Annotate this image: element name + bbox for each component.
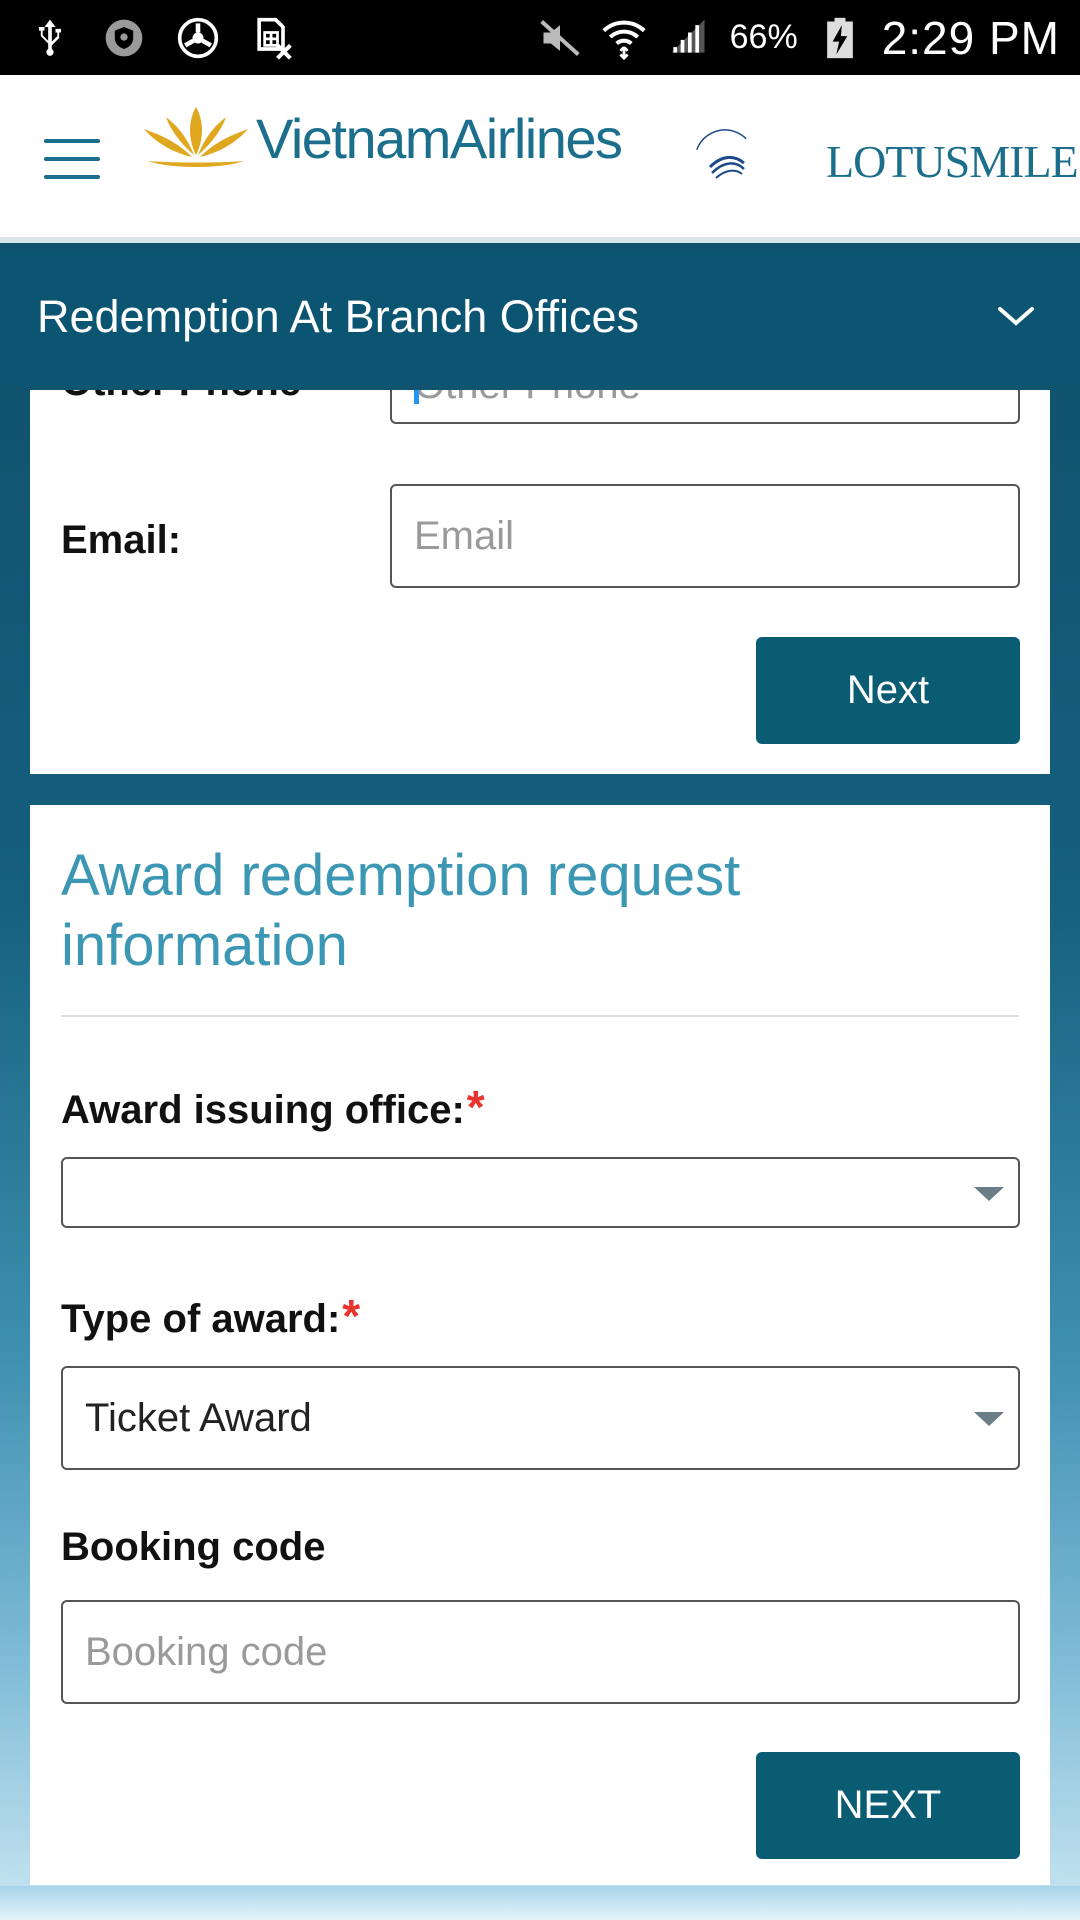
award-office-select[interactable] bbox=[61, 1157, 1020, 1228]
signal-icon bbox=[666, 16, 710, 60]
dropdown-caret-icon bbox=[974, 1412, 1004, 1426]
email-label: Email: bbox=[61, 518, 182, 562]
required-asterisk: * bbox=[466, 1081, 485, 1133]
lotusmiles-logo[interactable]: LOTUSMILES bbox=[826, 135, 1080, 188]
email-input[interactable] bbox=[390, 484, 1020, 588]
dropdown-caret-icon bbox=[974, 1186, 1004, 1201]
contact-info-card: Other Phone Email: Next bbox=[30, 390, 1050, 774]
section-title: Redemption At Branch Offices bbox=[37, 291, 639, 342]
form-heading: Award redemption request information bbox=[61, 843, 741, 978]
award-request-card: Award redemption request information Awa… bbox=[30, 805, 1050, 1885]
sync-icon bbox=[176, 16, 220, 60]
booking-code-input[interactable] bbox=[61, 1600, 1020, 1704]
award-type-value: Ticket Award bbox=[85, 1395, 312, 1440]
battery-charging-icon bbox=[818, 16, 862, 60]
battery-percentage: 66% bbox=[729, 18, 798, 56]
hamburger-menu-icon[interactable] bbox=[44, 139, 100, 179]
other-phone-label: Other Phone bbox=[61, 390, 301, 405]
award-type-label-text: Type of award: bbox=[61, 1297, 341, 1341]
lotus-logo-icon bbox=[144, 107, 248, 167]
award-office-label: Award issuing office:* bbox=[61, 1080, 485, 1134]
wifi-icon bbox=[602, 16, 646, 60]
required-asterisk: * bbox=[342, 1290, 361, 1342]
brand-name: VietnamAirlines bbox=[256, 106, 623, 170]
usb-icon bbox=[28, 16, 72, 60]
booking-code-label: Booking code bbox=[61, 1525, 326, 1569]
status-bar: 66% 2:29 PM bbox=[0, 0, 1080, 75]
skyteam-logo bbox=[694, 129, 756, 191]
clock: 2:29 PM bbox=[881, 11, 1060, 64]
award-office-label-text: Award issuing office: bbox=[61, 1088, 465, 1132]
shield-icon bbox=[102, 16, 146, 60]
award-type-label: Type of award:* bbox=[61, 1289, 360, 1343]
next-submit-button[interactable]: NEXT bbox=[756, 1752, 1020, 1859]
other-phone-field-wrap bbox=[390, 390, 1020, 424]
vietnam-airlines-logo[interactable]: VietnamAirlines bbox=[140, 103, 623, 173]
text-cursor bbox=[414, 390, 419, 404]
chevron-down-icon[interactable] bbox=[996, 301, 1036, 331]
divider bbox=[61, 1015, 1019, 1017]
section-dropdown[interactable]: Redemption At Branch Offices bbox=[0, 249, 1080, 385]
mute-icon bbox=[538, 16, 582, 60]
app-header: VietnamAirlines LOTUSMILES bbox=[0, 75, 1080, 243]
background-clouds bbox=[0, 1886, 1080, 1920]
other-phone-input[interactable] bbox=[390, 390, 1020, 424]
next-button[interactable]: Next bbox=[756, 637, 1020, 744]
award-type-select[interactable]: Ticket Award bbox=[61, 1366, 1020, 1470]
sim-off-icon bbox=[250, 16, 294, 60]
